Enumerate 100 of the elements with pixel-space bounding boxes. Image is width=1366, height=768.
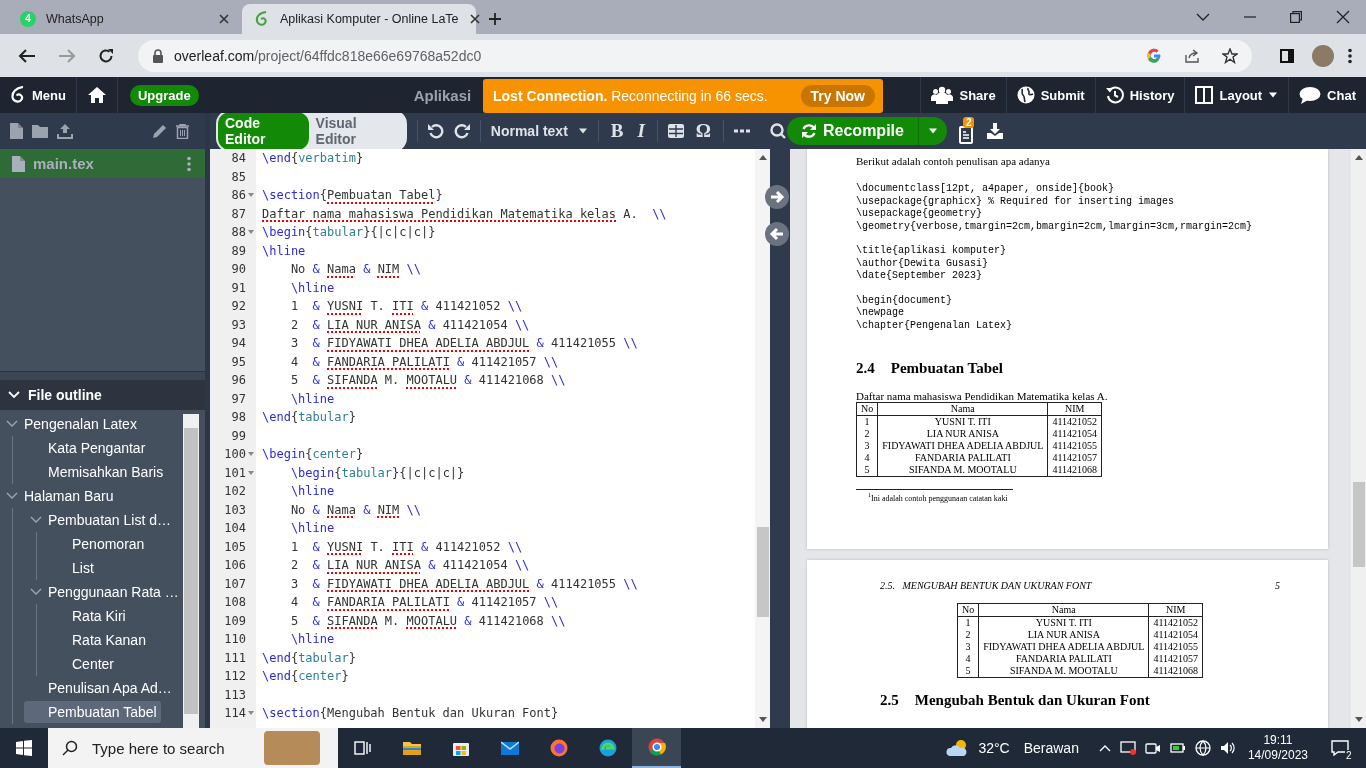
symbol-button[interactable]: Ω [693, 120, 714, 142]
close-icon[interactable] [1336, 10, 1350, 24]
italic-button[interactable]: I [635, 120, 647, 142]
code-text: \documentclass[12pt, a4paper, onside]{book} [856, 183, 1116, 196]
upgrade-button[interactable]: Upgrade [129, 84, 199, 106]
pencil-icon[interactable] [152, 123, 167, 139]
undo-icon[interactable] [427, 123, 444, 139]
more-icon[interactable] [734, 129, 750, 133]
outline-item[interactable]: Halaman Baru [0, 485, 118, 507]
line-number: 88 [231, 224, 246, 241]
resize-handle[interactable] [0, 371, 205, 380]
avatar[interactable] [1312, 44, 1334, 67]
address-bar[interactable]: overleaf.com/project/64ffdc818e66e69768a52dc0 [138, 39, 1252, 72]
code-line: \end{tabular} [262, 410, 356, 424]
table-icon[interactable] [667, 124, 684, 138]
line-number: 96 [231, 372, 246, 389]
file-icon[interactable] [12, 155, 25, 172]
arrow-left-icon[interactable] [765, 222, 789, 246]
outline-header[interactable]: File outline [0, 380, 205, 410]
camera-icon[interactable] [1144, 741, 1161, 755]
caret-icon [577, 128, 588, 134]
restore-icon[interactable] [1290, 11, 1302, 23]
outline-item[interactable]: Penomoran [48, 533, 149, 555]
table-cell: 411421055 [1148, 641, 1203, 653]
recompile-button[interactable]: Recompile [787, 117, 918, 145]
back-icon[interactable] [18, 47, 36, 64]
chevron-up-icon[interactable] [1098, 744, 1111, 752]
search-field[interactable]: Type here to search [48, 728, 338, 768]
code-line: 1 & YUSNI T. ITI & 411421052 \\ [289, 299, 523, 313]
recompile-options-button[interactable] [917, 117, 947, 145]
chevron-icon [30, 516, 42, 524]
arrow-right-icon[interactable] [765, 185, 789, 209]
fold-icon[interactable] [248, 193, 254, 198]
battery-icon[interactable] [1169, 742, 1186, 754]
redo-icon[interactable] [453, 123, 470, 139]
outline-item[interactable]: Penulisan Apa Ad… [24, 677, 176, 699]
fold-icon[interactable] [248, 711, 254, 716]
file-icon[interactable] [10, 123, 23, 139]
trash-icon[interactable] [176, 123, 189, 139]
outline-item[interactable]: Memisahkan Baris [24, 461, 168, 483]
reload-icon[interactable] [98, 47, 114, 64]
scrollbar-thumb[interactable] [756, 527, 769, 617]
code-line: \begin{tabular}{|c|c|c|} [289, 465, 465, 480]
line-number: 103 [224, 501, 246, 519]
line-number: 84 [231, 150, 246, 167]
scrollbar[interactable] [1351, 149, 1366, 728]
share-icon[interactable] [1184, 47, 1200, 64]
chevron-icon [30, 588, 42, 596]
chevron-down-icon[interactable] [1196, 12, 1210, 22]
chevron-icon [6, 420, 18, 428]
windows-icon[interactable] [16, 740, 32, 756]
star-icon[interactable] [1222, 47, 1238, 64]
text-style-dropdown[interactable]: Normal text [490, 123, 588, 139]
clock[interactable]: 19:11 14/09/2023 [1247, 733, 1308, 763]
scrollbar[interactable] [183, 414, 199, 728]
more-icon[interactable] [1348, 47, 1352, 64]
fold-icon[interactable] [248, 470, 254, 475]
outline-item[interactable]: List [48, 557, 98, 579]
fold-icon[interactable] [248, 230, 254, 235]
weather-widget[interactable]: 32°C Berawan [946, 739, 1079, 757]
section-number: 2.5 [880, 692, 899, 709]
folder-icon[interactable] [32, 124, 48, 138]
scrollbar-thumb[interactable] [1352, 482, 1365, 567]
editor-mode-toggle[interactable]: Code Editor [218, 112, 309, 150]
outline-item[interactable]: Kata Pengantar [24, 437, 150, 459]
bold-button[interactable]: B [608, 120, 626, 142]
code-line: 4 & FANDARIA PALILATI & 411421057 \\ [289, 595, 559, 609]
line-number: 108 [224, 594, 246, 611]
document-icon [958, 125, 973, 144]
colored-g-icon[interactable] [1146, 47, 1162, 64]
upload-icon[interactable] [57, 123, 73, 139]
table-cell: 411421054 [1047, 428, 1102, 440]
download-icon[interactable] [986, 123, 1003, 139]
side-panel-icon[interactable] [1280, 48, 1294, 63]
scrollbar-thumb[interactable] [184, 428, 198, 714]
speaker-icon[interactable] [1219, 741, 1236, 755]
outline-item[interactable]: Rata Kiri [48, 605, 130, 627]
notification-button[interactable]: 2 [1320, 728, 1360, 768]
scroll-up-icon [1354, 155, 1363, 160]
outline-item[interactable]: Pembuatan List d… [24, 509, 175, 531]
footnote: $^{1}$Ini adalah contoh penggunaan catatan kaki [868, 492, 1009, 503]
fold-icon[interactable] [248, 452, 254, 457]
browser-tab[interactable]: 4 WhatsApp [8, 4, 242, 34]
search-icon[interactable] [770, 123, 786, 139]
table-cell: SIFANDA M. MOOTALU [978, 665, 1149, 678]
editor-mode-toggle[interactable]: Visual Editor [308, 112, 405, 150]
column-header: Nama [877, 402, 1048, 416]
outline-item[interactable]: Pengenalan Latex [0, 413, 141, 435]
monitor-icon[interactable] [1119, 741, 1136, 755]
outline-item[interactable]: Center [48, 653, 119, 675]
plus-icon[interactable] [488, 12, 502, 26]
code-line: \section{Mengubah Bentuk dan Ukuran Font} [262, 706, 559, 720]
code-line: \hline [289, 521, 335, 535]
table-cell: 411421052 [1047, 415, 1102, 428]
outline-item[interactable]: Pembuatan Tabel [24, 701, 161, 723]
globe-icon[interactable] [1194, 740, 1211, 756]
outline-item[interactable]: Rata Kanan [48, 629, 150, 651]
outline-item[interactable]: Penggunaan Rata … [24, 581, 182, 603]
scrollbar[interactable] [755, 149, 770, 728]
taskbar-app[interactable] [632, 728, 681, 768]
